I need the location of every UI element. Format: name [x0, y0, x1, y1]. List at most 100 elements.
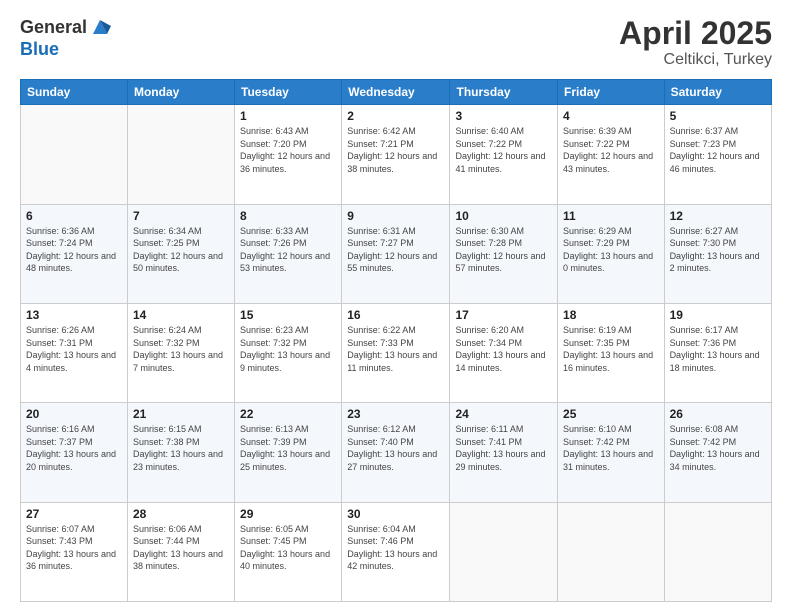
- calendar-cell: 1Sunrise: 6:43 AMSunset: 7:20 PMDaylight…: [235, 105, 342, 204]
- day-number: 15: [240, 308, 336, 322]
- day-number: 5: [670, 109, 766, 123]
- day-number: 20: [26, 407, 122, 421]
- weekday-header-thursday: Thursday: [450, 80, 558, 105]
- calendar-subtitle: Celtikci, Turkey: [619, 51, 772, 69]
- calendar-cell: 29 Sunrise: 6:05 AMSunset: 7:45 PMDayligh…: [235, 502, 342, 601]
- calendar-cell: 7 Sunrise: 6:34 AMSunset: 7:25 PMDaylight…: [127, 204, 234, 303]
- day-info: Sunrise: 6:27 AMSunset: 7:30 PMDaylight:…: [670, 225, 766, 275]
- day-number: 28: [133, 507, 229, 521]
- day-number: 21: [133, 407, 229, 421]
- calendar-week-row: 20 Sunrise: 6:16 AMSunset: 7:37 PMDayligh…: [21, 403, 772, 502]
- day-number: 19: [670, 308, 766, 322]
- calendar-body: 1Sunrise: 6:43 AMSunset: 7:20 PMDaylight…: [21, 105, 772, 602]
- day-info: Sunrise: 6:30 AMSunset: 7:28 PMDaylight:…: [455, 225, 552, 275]
- calendar-cell: 2 Sunrise: 6:42 AMSunset: 7:21 PMDaylight…: [342, 105, 450, 204]
- weekday-header-monday: Monday: [127, 80, 234, 105]
- calendar-cell: 28 Sunrise: 6:06 AMSunset: 7:44 PMDayligh…: [127, 502, 234, 601]
- calendar-cell: 4Sunrise: 6:39 AMSunset: 7:22 PMDaylight…: [558, 105, 665, 204]
- day-info: Sunrise: 6:11 AMSunset: 7:41 PMDaylight:…: [455, 423, 552, 473]
- day-info: Sunrise: 6:42 AMSunset: 7:21 PMDaylight:…: [347, 125, 444, 175]
- day-info: Sunrise: 6:10 AMSunset: 7:42 PMDaylight:…: [563, 423, 659, 473]
- day-info: Sunrise: 6:29 AMSunset: 7:29 PMDaylight:…: [563, 225, 659, 275]
- day-number: 26: [670, 407, 766, 421]
- calendar-cell: 21 Sunrise: 6:15 AMSunset: 7:38 PMDayligh…: [127, 403, 234, 502]
- day-number: 30: [347, 507, 444, 521]
- calendar-week-row: 13Sunrise: 6:26 AMSunset: 7:31 PMDayligh…: [21, 303, 772, 402]
- day-info: Sunrise: 6:15 AMSunset: 7:38 PMDaylight:…: [133, 423, 229, 473]
- weekday-row: SundayMondayTuesdayWednesdayThursdayFrid…: [21, 80, 772, 105]
- day-info: Sunrise: 6:16 AMSunset: 7:37 PMDaylight:…: [26, 423, 122, 473]
- calendar-cell: 20 Sunrise: 6:16 AMSunset: 7:37 PMDayligh…: [21, 403, 128, 502]
- calendar-cell: 9 Sunrise: 6:31 AMSunset: 7:27 PMDaylight…: [342, 204, 450, 303]
- day-info: Sunrise: 6:04 AMSunset: 7:46 PMDaylight:…: [347, 523, 444, 573]
- calendar-cell: 12 Sunrise: 6:27 AMSunset: 7:30 PMDayligh…: [664, 204, 771, 303]
- day-number: 29: [240, 507, 336, 521]
- weekday-header-sunday: Sunday: [21, 80, 128, 105]
- logo: General Blue: [20, 16, 111, 60]
- day-info: Sunrise: 6:43 AMSunset: 7:20 PMDaylight:…: [240, 125, 336, 175]
- header: General Blue April 2025 Celtikci, Turkey: [20, 16, 772, 69]
- day-number: 17: [455, 308, 552, 322]
- day-info: Sunrise: 6:12 AMSunset: 7:40 PMDaylight:…: [347, 423, 444, 473]
- calendar-cell: 6 Sunrise: 6:36 AMSunset: 7:24 PMDaylight…: [21, 204, 128, 303]
- day-number: 2: [347, 109, 444, 123]
- day-info: Sunrise: 6:24 AMSunset: 7:32 PMDaylight:…: [133, 324, 229, 374]
- calendar-week-row: 1Sunrise: 6:43 AMSunset: 7:20 PMDaylight…: [21, 105, 772, 204]
- day-info: Sunrise: 6:26 AMSunset: 7:31 PMDaylight:…: [26, 324, 122, 374]
- day-info: Sunrise: 6:36 AMSunset: 7:24 PMDaylight:…: [26, 225, 122, 275]
- day-info: Sunrise: 6:33 AMSunset: 7:26 PMDaylight:…: [240, 225, 336, 275]
- calendar-title: April 2025: [619, 16, 772, 51]
- day-number: 12: [670, 209, 766, 223]
- weekday-header-tuesday: Tuesday: [235, 80, 342, 105]
- day-number: 7: [133, 209, 229, 223]
- calendar-cell: 22 Sunrise: 6:13 AMSunset: 7:39 PMDayligh…: [235, 403, 342, 502]
- day-info: Sunrise: 6:06 AMSunset: 7:44 PMDaylight:…: [133, 523, 229, 573]
- day-info: Sunrise: 6:07 AMSunset: 7:43 PMDaylight:…: [26, 523, 122, 573]
- day-number: 22: [240, 407, 336, 421]
- day-info: Sunrise: 6:05 AMSunset: 7:45 PMDaylight:…: [240, 523, 336, 573]
- day-info: Sunrise: 6:40 AMSunset: 7:22 PMDaylight:…: [455, 125, 552, 175]
- day-info: Sunrise: 6:39 AMSunset: 7:22 PMDaylight:…: [563, 125, 659, 175]
- calendar-cell: 15Sunrise: 6:23 AMSunset: 7:32 PMDayligh…: [235, 303, 342, 402]
- calendar-cell: 16 Sunrise: 6:22 AMSunset: 7:33 PMDayligh…: [342, 303, 450, 402]
- calendar-cell: 11 Sunrise: 6:29 AMSunset: 7:29 PMDayligh…: [558, 204, 665, 303]
- calendar-cell: [558, 502, 665, 601]
- calendar-cell: 3 Sunrise: 6:40 AMSunset: 7:22 PMDaylight…: [450, 105, 558, 204]
- calendar-cell: 24 Sunrise: 6:11 AMSunset: 7:41 PMDayligh…: [450, 403, 558, 502]
- calendar-cell: 19Sunrise: 6:17 AMSunset: 7:36 PMDayligh…: [664, 303, 771, 402]
- calendar-cell: 23Sunrise: 6:12 AMSunset: 7:40 PMDayligh…: [342, 403, 450, 502]
- calendar-cell: 17 Sunrise: 6:20 AMSunset: 7:34 PMDayligh…: [450, 303, 558, 402]
- calendar-cell: 10Sunrise: 6:30 AMSunset: 7:28 PMDayligh…: [450, 204, 558, 303]
- calendar-cell: 5Sunrise: 6:37 AMSunset: 7:23 PMDaylight…: [664, 105, 771, 204]
- day-info: Sunrise: 6:19 AMSunset: 7:35 PMDaylight:…: [563, 324, 659, 374]
- day-number: 8: [240, 209, 336, 223]
- day-number: 3: [455, 109, 552, 123]
- calendar-week-row: 6 Sunrise: 6:36 AMSunset: 7:24 PMDaylight…: [21, 204, 772, 303]
- day-number: 18: [563, 308, 659, 322]
- day-number: 6: [26, 209, 122, 223]
- weekday-header-wednesday: Wednesday: [342, 80, 450, 105]
- day-number: 16: [347, 308, 444, 322]
- weekday-header-saturday: Saturday: [664, 80, 771, 105]
- calendar-cell: 27Sunrise: 6:07 AMSunset: 7:43 PMDayligh…: [21, 502, 128, 601]
- day-info: Sunrise: 6:22 AMSunset: 7:33 PMDaylight:…: [347, 324, 444, 374]
- calendar-cell: 13Sunrise: 6:26 AMSunset: 7:31 PMDayligh…: [21, 303, 128, 402]
- day-number: 9: [347, 209, 444, 223]
- calendar-cell: [450, 502, 558, 601]
- calendar-table: SundayMondayTuesdayWednesdayThursdayFrid…: [20, 79, 772, 602]
- day-number: 25: [563, 407, 659, 421]
- day-info: Sunrise: 6:34 AMSunset: 7:25 PMDaylight:…: [133, 225, 229, 275]
- calendar-week-row: 27Sunrise: 6:07 AMSunset: 7:43 PMDayligh…: [21, 502, 772, 601]
- day-info: Sunrise: 6:20 AMSunset: 7:34 PMDaylight:…: [455, 324, 552, 374]
- calendar-cell: 8 Sunrise: 6:33 AMSunset: 7:26 PMDaylight…: [235, 204, 342, 303]
- day-number: 11: [563, 209, 659, 223]
- calendar-cell: 25 Sunrise: 6:10 AMSunset: 7:42 PMDayligh…: [558, 403, 665, 502]
- day-info: Sunrise: 6:08 AMSunset: 7:42 PMDaylight:…: [670, 423, 766, 473]
- calendar-cell: [21, 105, 128, 204]
- day-number: 14: [133, 308, 229, 322]
- day-info: Sunrise: 6:13 AMSunset: 7:39 PMDaylight:…: [240, 423, 336, 473]
- day-info: Sunrise: 6:31 AMSunset: 7:27 PMDaylight:…: [347, 225, 444, 275]
- calendar-cell: 30 Sunrise: 6:04 AMSunset: 7:46 PMDayligh…: [342, 502, 450, 601]
- day-number: 24: [455, 407, 552, 421]
- calendar-cell: 18 Sunrise: 6:19 AMSunset: 7:35 PMDayligh…: [558, 303, 665, 402]
